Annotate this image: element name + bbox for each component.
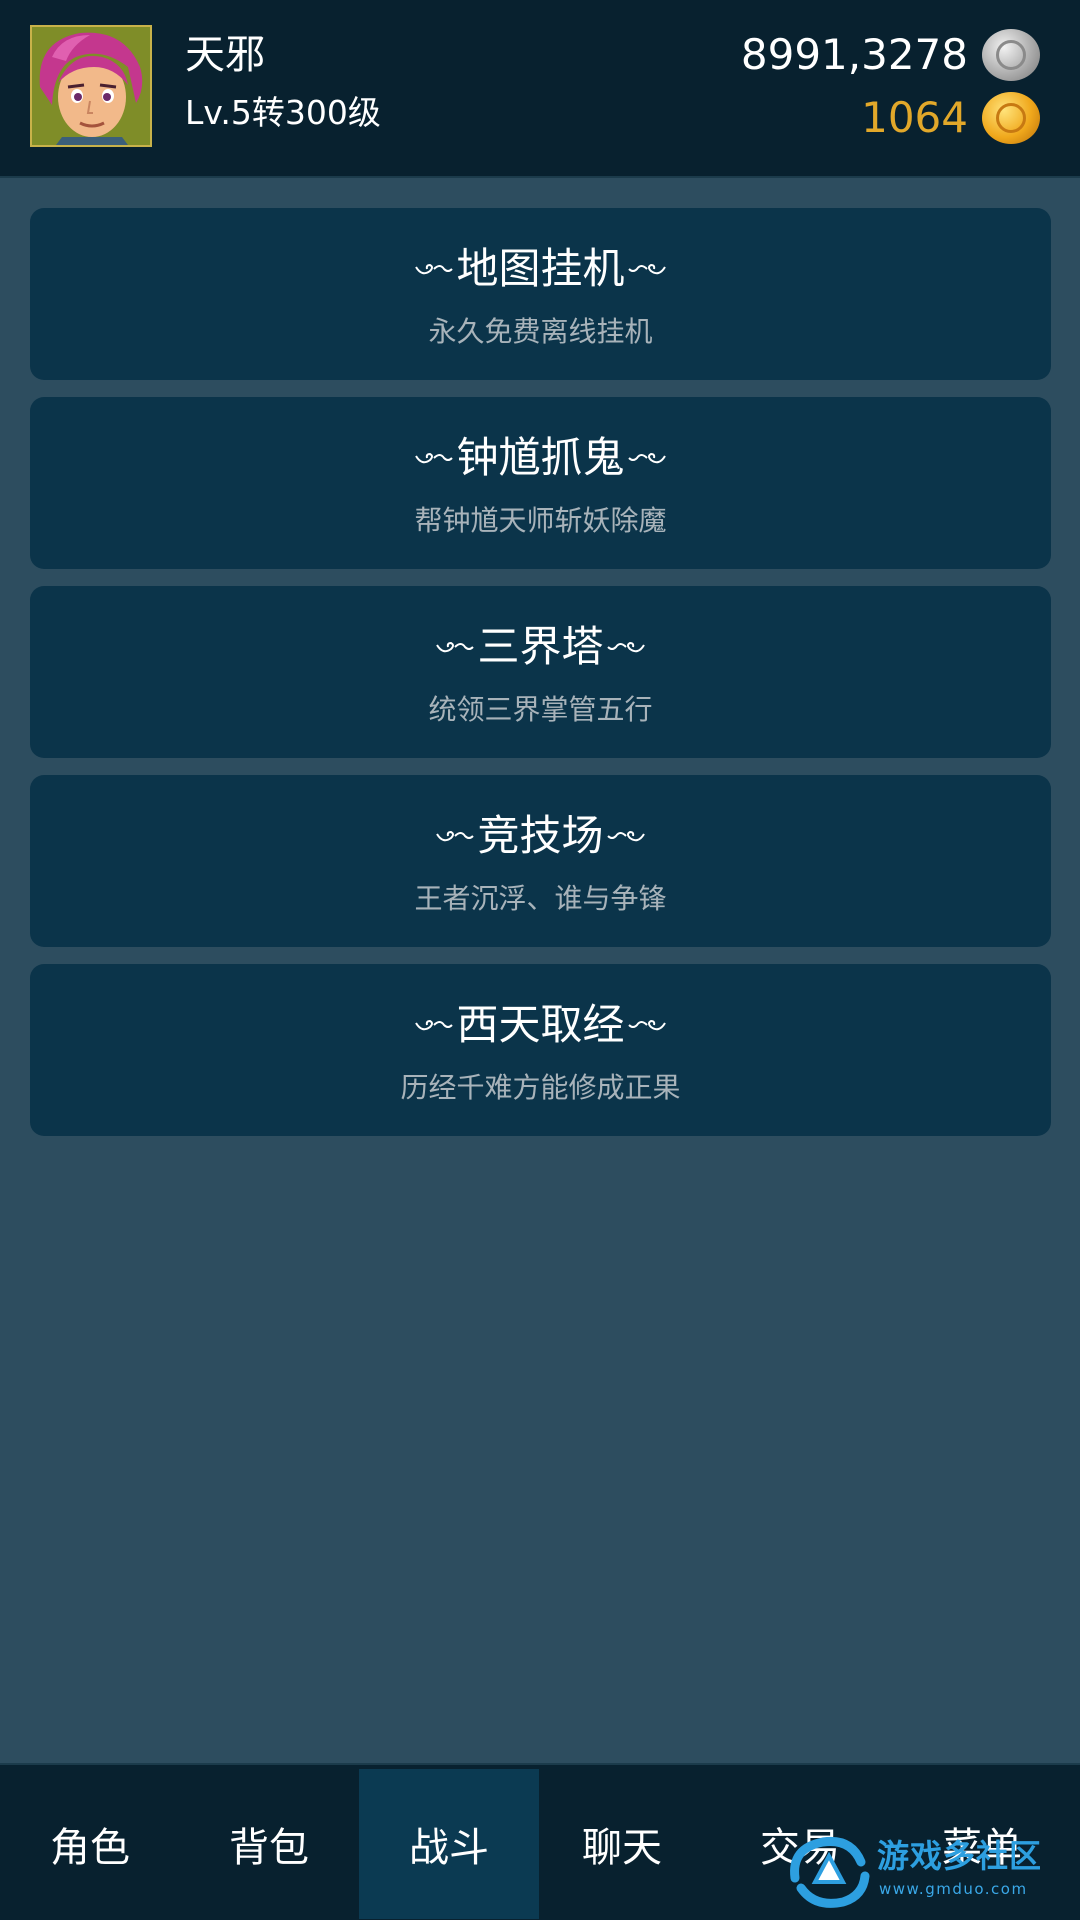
watermark-url: www.gmduo.com bbox=[879, 1880, 1028, 1898]
left-swirl-icon bbox=[415, 452, 454, 464]
gold-amount: 1064 bbox=[861, 93, 968, 142]
player-level: Lv.5转300级 bbox=[185, 93, 381, 132]
top-status-bar: 天邪 Lv.5转300级 8991,3278 1064 bbox=[0, 0, 1080, 178]
menu-card-title: 西天取经 bbox=[456, 1000, 625, 1049]
left-swirl-icon bbox=[415, 263, 454, 275]
silver-amount: 8991,3278 bbox=[740, 30, 968, 79]
menu-card-subtitle: 统领三界掌管五行 bbox=[428, 693, 653, 726]
menu-card-title: 地图挂机 bbox=[456, 244, 625, 293]
tab-chat[interactable]: 聊天 bbox=[532, 1769, 712, 1919]
watermark-title: 游戏多社区 bbox=[877, 1837, 1043, 1875]
menu-card-journey-west[interactable]: 西天取经 历经千难方能修成正果 bbox=[30, 964, 1051, 1136]
menu-card-subtitle: 帮钟馗天师斩妖除魔 bbox=[414, 504, 667, 537]
menu-card-subtitle: 历经千难方能修成正果 bbox=[400, 1071, 681, 1104]
silver-currency: 8991,3278 bbox=[741, 27, 1040, 83]
tab-battle[interactable]: 战斗 bbox=[359, 1769, 539, 1919]
menu-card-title: 钟馗抓鬼 bbox=[456, 433, 625, 482]
menu-card-title: 三界塔 bbox=[477, 622, 604, 671]
menu-card-subtitle: 王者沉浮、谁与争锋 bbox=[414, 882, 667, 915]
left-swirl-icon bbox=[436, 830, 475, 842]
silver-coin-icon bbox=[982, 29, 1040, 81]
gmduo-logo-icon bbox=[790, 1836, 870, 1908]
hero-portrait-icon bbox=[32, 27, 150, 145]
menu-card-map-idle[interactable]: 地图挂机 永久免费离线挂机 bbox=[30, 208, 1051, 380]
menu-card-three-realms-tower[interactable]: 三界塔 统领三界掌管五行 bbox=[30, 586, 1051, 758]
menu-card-zhongkui[interactable]: 钟馗抓鬼 帮钟馗天师斩妖除魔 bbox=[30, 397, 1051, 569]
right-swirl-icon bbox=[606, 830, 645, 842]
menu-card-title: 竞技场 bbox=[477, 811, 604, 860]
player-name: 天邪 bbox=[185, 32, 265, 78]
tab-backpack[interactable]: 背包 bbox=[179, 1769, 359, 1919]
activity-menu: 地图挂机 永久免费离线挂机 钟馗抓鬼 帮钟馗天师斩妖除魔 三界塔 统领三界掌管五… bbox=[30, 208, 1051, 1153]
menu-card-arena[interactable]: 竞技场 王者沉浮、谁与争锋 bbox=[30, 775, 1051, 947]
right-swirl-icon bbox=[627, 263, 666, 275]
gold-coin-icon bbox=[982, 92, 1040, 144]
right-swirl-icon bbox=[627, 452, 666, 464]
player-avatar[interactable] bbox=[30, 25, 152, 147]
site-watermark: 游戏多社区 www.gmduo.com bbox=[785, 1832, 1065, 1912]
right-swirl-icon bbox=[606, 641, 645, 653]
gold-currency: 1064 bbox=[861, 90, 1040, 146]
left-swirl-icon bbox=[415, 1019, 454, 1031]
tab-character[interactable]: 角色 bbox=[0, 1769, 180, 1919]
left-swirl-icon bbox=[436, 641, 475, 653]
menu-card-subtitle: 永久免费离线挂机 bbox=[428, 315, 653, 348]
right-swirl-icon bbox=[627, 1019, 666, 1031]
